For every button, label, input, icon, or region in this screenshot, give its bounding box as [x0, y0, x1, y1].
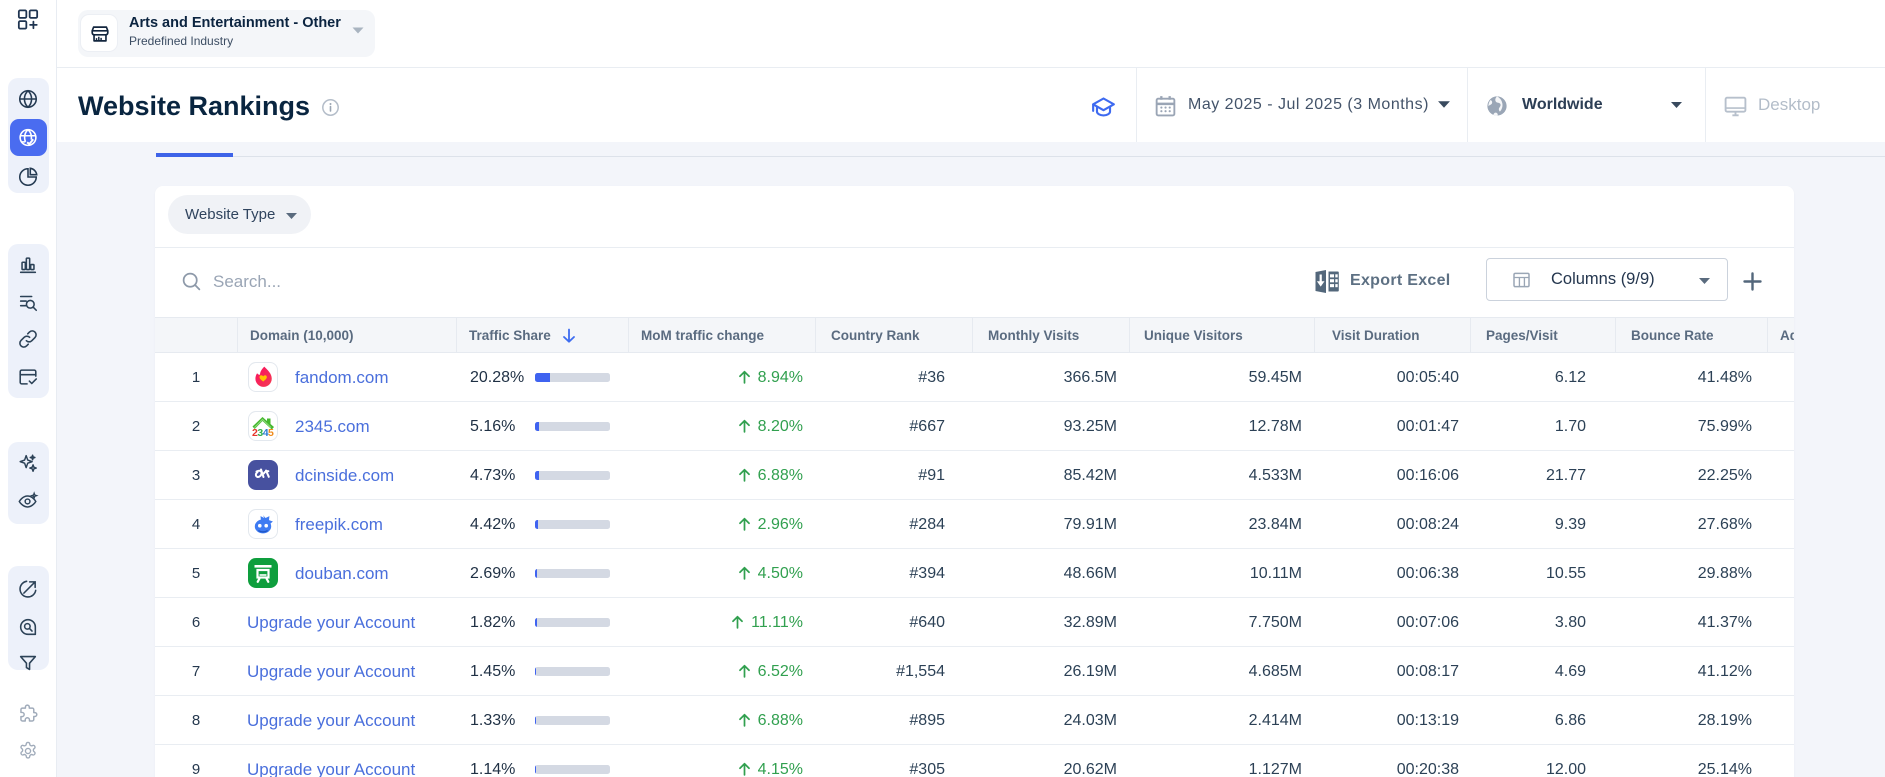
svg-text:2345: 2345 — [252, 427, 274, 438]
